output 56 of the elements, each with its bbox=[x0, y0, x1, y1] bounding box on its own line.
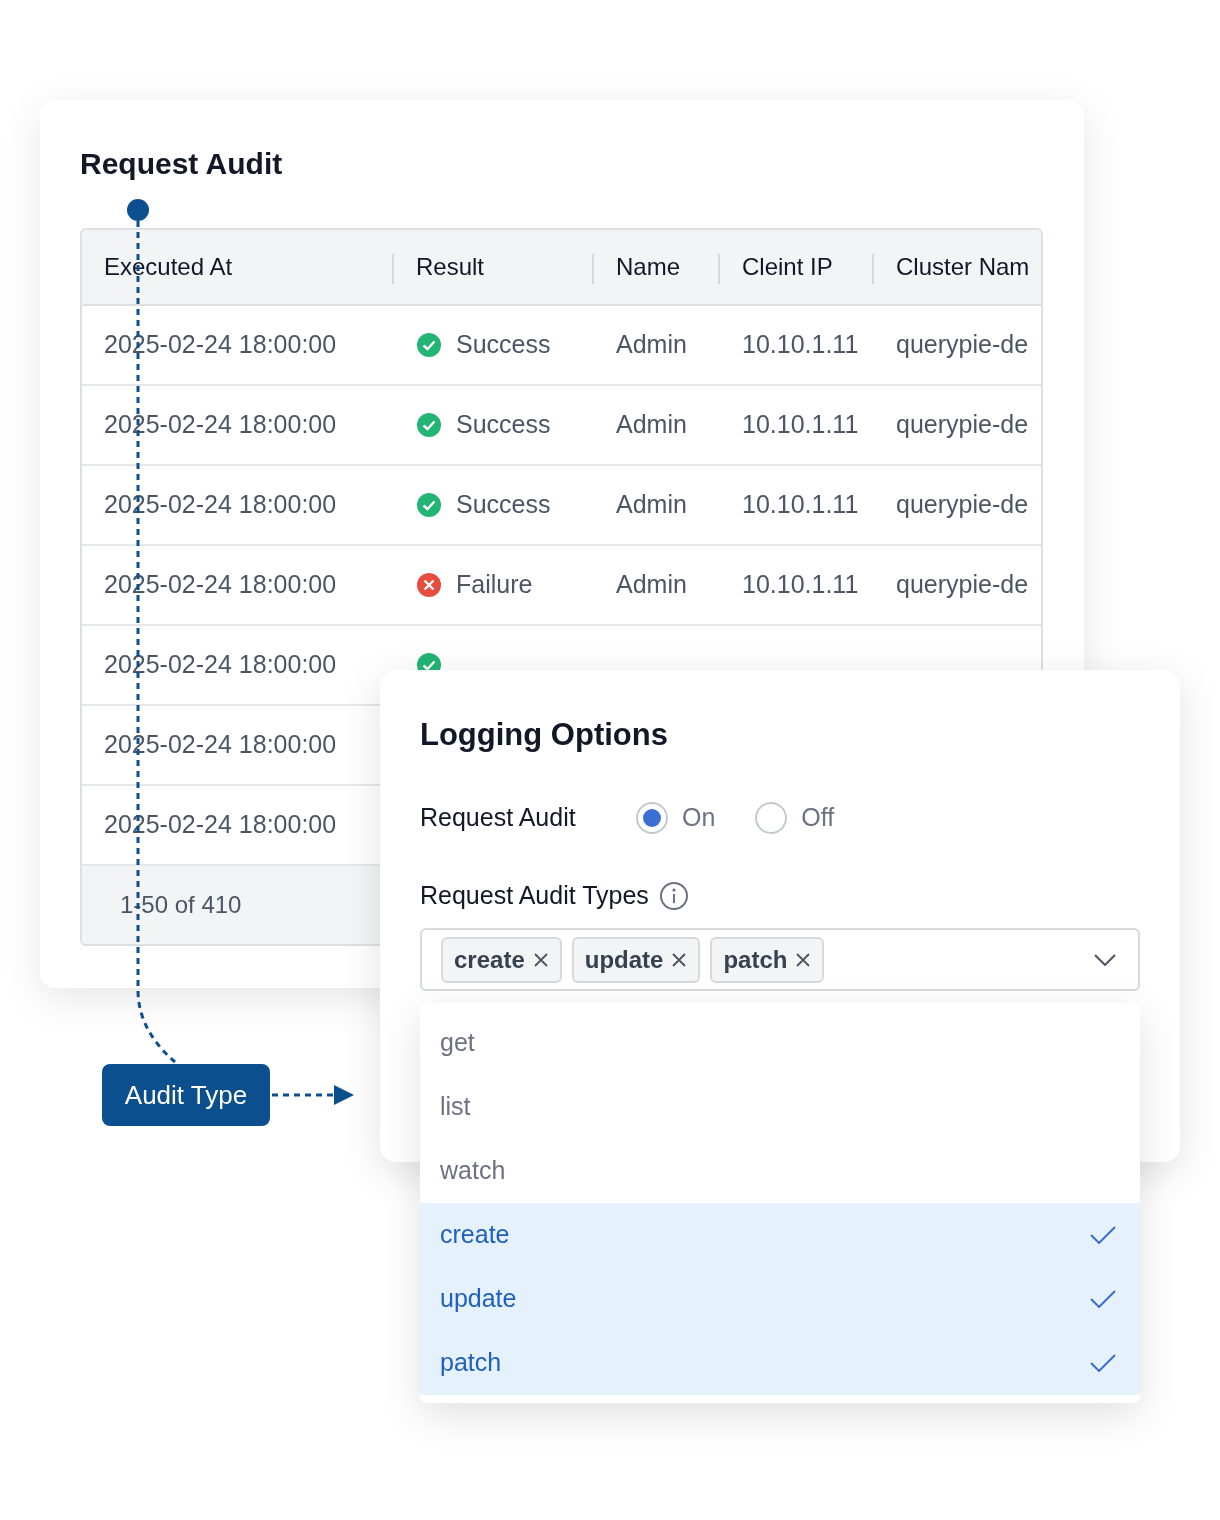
table-cell-text: 2025-02-24 18:00:00 bbox=[104, 649, 337, 681]
column-header[interactable]: Cleint IP bbox=[718, 249, 833, 285]
column-header[interactable]: Executed At bbox=[82, 249, 233, 285]
dropdown-option[interactable]: watch bbox=[420, 1139, 1140, 1203]
table-cell-text: 2025-02-24 18:00:00 bbox=[104, 809, 337, 841]
table-cell-text: 2025-02-24 18:00:00 bbox=[104, 409, 337, 441]
table-cell-text: querypie-de bbox=[896, 489, 1029, 521]
pagination-text: 1-50 of 410 bbox=[120, 890, 242, 920]
table-cell-text: 10.10.1.11 bbox=[742, 409, 859, 441]
column-header[interactable]: Name bbox=[592, 249, 681, 285]
radio-button[interactable] bbox=[755, 802, 788, 834]
table-cell-text: Success bbox=[456, 329, 551, 361]
table-cell-text: 2025-02-24 18:00:00 bbox=[104, 489, 337, 521]
table-cell-text: 10.10.1.11 bbox=[742, 329, 859, 361]
table-cell-text: Success bbox=[456, 489, 551, 521]
table-cell-text: querypie-de bbox=[896, 569, 1029, 601]
table-cell-text: querypie-de bbox=[896, 329, 1029, 361]
column-header[interactable]: Result bbox=[392, 249, 485, 285]
column-header[interactable]: Cluster Nam bbox=[872, 249, 1030, 285]
table-cell-text: Failure bbox=[456, 569, 533, 601]
tag-label: create bbox=[454, 944, 525, 975]
card-title: Request Audit bbox=[80, 146, 284, 182]
card-title: Logging Options bbox=[420, 716, 669, 754]
check-icon bbox=[1090, 1226, 1116, 1244]
dropdown-option[interactable]: get bbox=[420, 1011, 1140, 1075]
table-cell-text: 10.10.1.11 bbox=[742, 569, 859, 601]
check-icon bbox=[1090, 1354, 1116, 1372]
table-cell-text: Admin bbox=[616, 409, 687, 441]
dropdown-option[interactable]: create bbox=[420, 1203, 1140, 1267]
table-cell-text: 10.10.1.11 bbox=[742, 489, 859, 521]
dropdown-option[interactable]: update bbox=[420, 1267, 1140, 1331]
table-cell-text: querypie-de bbox=[896, 409, 1029, 441]
close-icon[interactable] bbox=[532, 951, 549, 968]
multi-select-field[interactable]: create update patch bbox=[420, 928, 1140, 991]
table-cell-text: Success bbox=[456, 409, 551, 441]
field-label: Request Audit bbox=[420, 802, 577, 834]
table-cell-text: Admin bbox=[616, 489, 687, 521]
table-cell-text: Admin bbox=[616, 569, 687, 601]
close-icon[interactable] bbox=[795, 951, 812, 968]
chevron-down-icon bbox=[1094, 953, 1116, 966]
table-cell-text: Admin bbox=[616, 329, 687, 361]
table-cell-text: 2025-02-24 18:00:00 bbox=[104, 569, 337, 601]
info-icon bbox=[658, 881, 689, 911]
radio-label[interactable]: Off bbox=[801, 799, 835, 837]
table-cell-text: 2025-02-24 18:00:00 bbox=[104, 329, 337, 361]
radio-button[interactable] bbox=[636, 802, 668, 834]
tag-label: update bbox=[584, 944, 664, 975]
tag-label: patch bbox=[723, 944, 788, 975]
callout-label: Audit Type bbox=[102, 1064, 270, 1126]
radio-label[interactable]: On bbox=[682, 799, 716, 837]
close-icon[interactable] bbox=[671, 951, 688, 968]
field-label: Request Audit Types bbox=[420, 880, 649, 912]
check-icon bbox=[1090, 1290, 1116, 1308]
dropdown-option[interactable]: list bbox=[420, 1075, 1140, 1139]
dropdown-option[interactable]: patch bbox=[420, 1331, 1140, 1395]
table-cell-text: 2025-02-24 18:00:00 bbox=[104, 729, 337, 761]
